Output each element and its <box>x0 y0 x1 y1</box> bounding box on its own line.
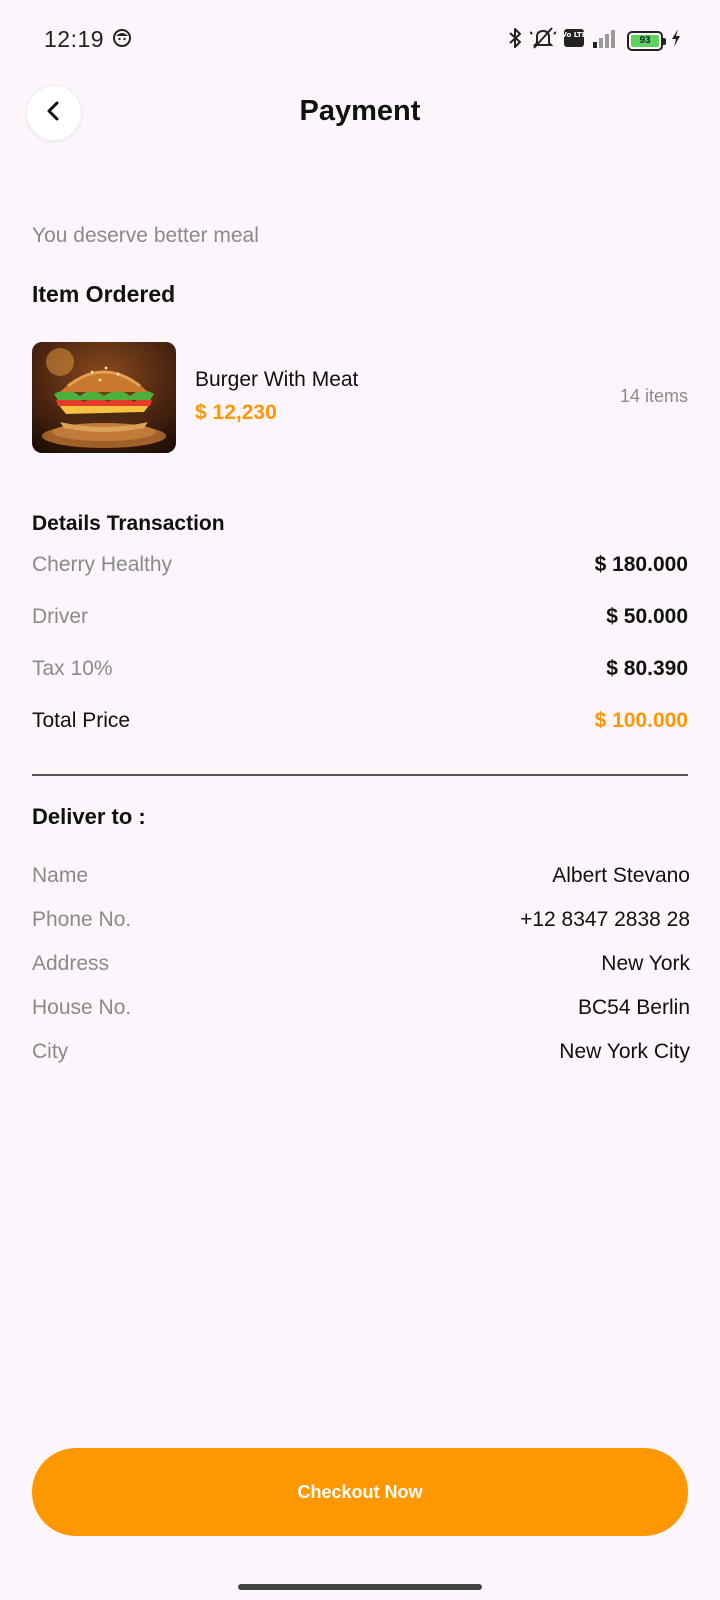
status-time: 12:19 <box>44 26 105 52</box>
delivery-label: City <box>32 1040 69 1063</box>
transaction-label: Tax 10% <box>32 657 113 680</box>
delivery-label: Address <box>32 952 110 975</box>
face-icon <box>112 28 132 53</box>
delivery-label: Name <box>32 864 89 887</box>
divider <box>32 774 688 776</box>
mute-icon <box>529 26 557 55</box>
delivery-row: Phone No. +12 8347 2838 28 <box>32 908 690 932</box>
subtitle: You deserve better meal <box>32 224 259 247</box>
deliver-to-title: Deliver to : <box>32 804 146 829</box>
item-quantity: 14 items <box>619 386 688 406</box>
transaction-row: Driver $ 50.000 <box>32 605 688 629</box>
delivery-value: BC54 Berlin <box>577 996 690 1019</box>
delivery-value: New York <box>601 952 690 975</box>
checkout-now-button[interactable]: Checkout Now <box>32 1448 688 1536</box>
signal-icon <box>592 28 620 53</box>
home-indicator[interactable] <box>238 1584 482 1590</box>
volte-icon: Vo LTE <box>561 28 587 53</box>
transaction-value: $ 50.000 <box>606 605 688 628</box>
delivery-value: New York City <box>559 1040 690 1063</box>
transaction-row: Cherry Healthy $ 180.000 <box>32 553 688 577</box>
payment-screen: 12:19 Vo LTE 93 Payment You deserve bett… <box>0 0 720 1600</box>
delivery-row: City New York City <box>32 1040 690 1064</box>
transaction-label: Driver <box>32 605 88 628</box>
burger-photo <box>32 342 176 453</box>
volte-text: Vo LTE <box>563 31 585 39</box>
transaction-row: Tax 10% $ 80.390 <box>32 657 688 681</box>
page-title: Payment <box>299 95 421 127</box>
delivery-row: House No. BC54 Berlin <box>32 996 690 1020</box>
total-price-value: $ 100.000 <box>594 709 688 732</box>
bluetooth-icon <box>507 27 523 54</box>
status-icons: Vo LTE 93 <box>507 26 682 55</box>
details-transaction-title: Details Transaction <box>32 512 225 535</box>
transaction-value: $ 180.000 <box>594 553 688 576</box>
delivery-row: Name Albert Stevano <box>32 864 690 888</box>
charging-icon <box>670 28 682 53</box>
delivery-row: Address New York <box>32 952 690 976</box>
item-price: $ 12,230 <box>195 401 277 424</box>
transaction-value: $ 80.390 <box>606 657 688 680</box>
battery-icon: 93 <box>627 30 666 51</box>
total-price-label: Total Price <box>32 709 131 732</box>
delivery-value: Albert Stevano <box>552 864 690 887</box>
total-price-row: Total Price $ 100.000 <box>32 709 688 733</box>
delivery-value: +12 8347 2838 28 <box>520 908 690 931</box>
status-bar: 12:19 Vo LTE 93 <box>0 0 720 80</box>
delivery-label: Phone No. <box>32 908 132 931</box>
transaction-label: Cherry Healthy <box>32 553 173 576</box>
item-ordered-title: Item Ordered <box>32 281 176 307</box>
item-name: Burger With Meat <box>195 368 359 391</box>
battery-level: 93 <box>631 34 659 47</box>
delivery-label: House No. <box>32 996 132 1019</box>
